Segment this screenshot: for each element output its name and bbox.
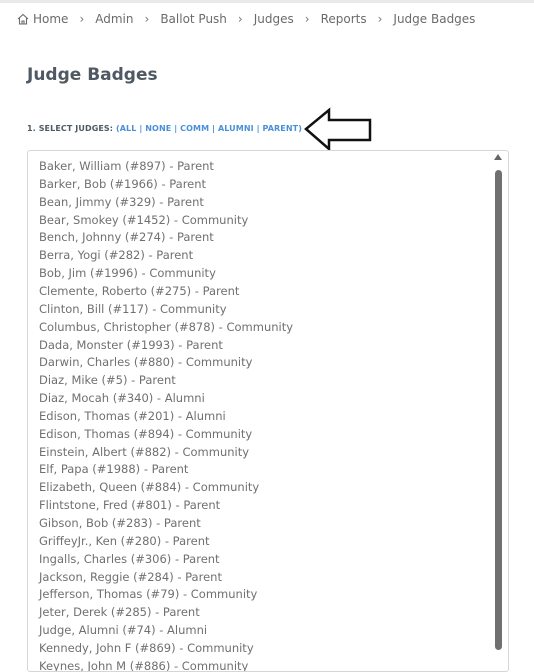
scrollbar-thumb[interactable] [495, 170, 502, 650]
judge-option[interactable]: Kennedy, John F (#869) - Community [39, 639, 254, 657]
judge-option[interactable]: Dada, Monster (#1993) - Parent [39, 336, 223, 354]
link-separator: | [212, 124, 216, 133]
breadcrumb-judges[interactable]: Judges [254, 12, 294, 26]
chevron-right-icon: › [237, 12, 243, 26]
select-parent-link[interactable]: PARENT [263, 124, 299, 133]
judge-option[interactable]: Diaz, Mocah (#340) - Alumni [39, 389, 205, 407]
judge-option[interactable]: Keynes, John M (#886) - Community [39, 657, 248, 671]
select-judges-label: 1. SELECT JUDGES: [27, 124, 114, 133]
judge-option[interactable]: Bear, Smokey (#1452) - Community [39, 211, 248, 229]
judge-option[interactable]: Diaz, Mike (#5) - Parent [39, 371, 176, 389]
chevron-right-icon: › [304, 12, 310, 26]
breadcrumb-judge-badges: Judge Badges [393, 12, 476, 26]
scroll-up-arrow-icon[interactable] [494, 154, 502, 160]
judge-option[interactable]: Flintstone, Fred (#801) - Parent [39, 496, 220, 514]
link-separator: | [139, 124, 143, 133]
chevron-right-icon: › [144, 12, 150, 26]
link-separator: | [174, 124, 178, 133]
breadcrumb-home-label: Home [33, 12, 69, 26]
chevron-right-icon: › [79, 12, 85, 26]
judge-option[interactable]: Elf, Papa (#1988) - Parent [39, 460, 188, 478]
select-comm-link[interactable]: COMM [180, 124, 209, 133]
judge-option[interactable]: Barker, Bob (#1966) - Parent [39, 175, 206, 193]
judge-option[interactable]: Jeter, Derek (#285) - Parent [39, 603, 200, 621]
top-divider [0, 0, 534, 3]
select-none-link[interactable]: NONE [145, 124, 171, 133]
breadcrumb-admin[interactable]: Admin [95, 12, 133, 26]
judge-option[interactable]: Jefferson, Thomas (#79) - Community [39, 585, 257, 603]
judge-option[interactable]: Darwin, Charles (#880) - Community [39, 353, 252, 371]
judge-option[interactable]: Jackson, Reggie (#284) - Parent [39, 568, 222, 586]
judge-option[interactable]: Bench, Johnny (#274) - Parent [39, 228, 214, 246]
select-all-link[interactable]: ALL [120, 124, 137, 133]
judge-option[interactable]: GriffeyJr., Ken (#280) - Parent [39, 532, 210, 550]
breadcrumb-home[interactable]: Home [17, 12, 68, 26]
judge-option[interactable]: Clinton, Bill (#117) - Community [39, 300, 227, 318]
chevron-right-icon: › [377, 12, 383, 26]
judge-option[interactable]: Ingalls, Charles (#306) - Parent [39, 550, 220, 568]
close-paren: ) [298, 124, 302, 133]
judge-option[interactable]: Berra, Yogi (#282) - Parent [39, 246, 193, 264]
judge-option[interactable]: Edison, Thomas (#201) - Alumni [39, 407, 226, 425]
judge-option[interactable]: Clemente, Roberto (#275) - Parent [39, 282, 239, 300]
breadcrumb-reports[interactable]: Reports [321, 12, 367, 26]
page-title: Judge Badges [27, 65, 158, 85]
judge-option[interactable]: Baker, William (#897) - Parent [39, 157, 214, 175]
judge-multiselect[interactable]: Baker, William (#897) - Parent Barker, Bo… [27, 150, 509, 672]
breadcrumb: Home › Admin › Ballot Push › Judges › Re… [17, 11, 475, 27]
judge-option[interactable]: Edison, Thomas (#894) - Community [39, 425, 252, 443]
judge-option[interactable]: Einstein, Albert (#882) - Community [39, 443, 249, 461]
link-separator: | [256, 124, 260, 133]
judge-option[interactable]: Bob, Jim (#1996) - Community [39, 264, 216, 282]
judge-option[interactable]: Columbus, Christopher (#878) - Community [39, 318, 293, 336]
judge-option[interactable]: Elizabeth, Queen (#884) - Community [39, 478, 259, 496]
left-arrow-icon [304, 107, 372, 152]
breadcrumb-ballot-push[interactable]: Ballot Push [160, 12, 227, 26]
home-icon [17, 13, 29, 25]
select-judges-row: 1. SELECT JUDGES: (ALL | NONE | COMM | A… [27, 124, 302, 133]
judge-option[interactable]: Bean, Jimmy (#329) - Parent [39, 193, 204, 211]
judge-option[interactable]: Gibson, Bob (#283) - Parent [39, 514, 201, 532]
select-alumni-link[interactable]: ALUMNI [218, 124, 254, 133]
judge-option[interactable]: Judge, Alumni (#74) - Alumni [39, 621, 207, 639]
